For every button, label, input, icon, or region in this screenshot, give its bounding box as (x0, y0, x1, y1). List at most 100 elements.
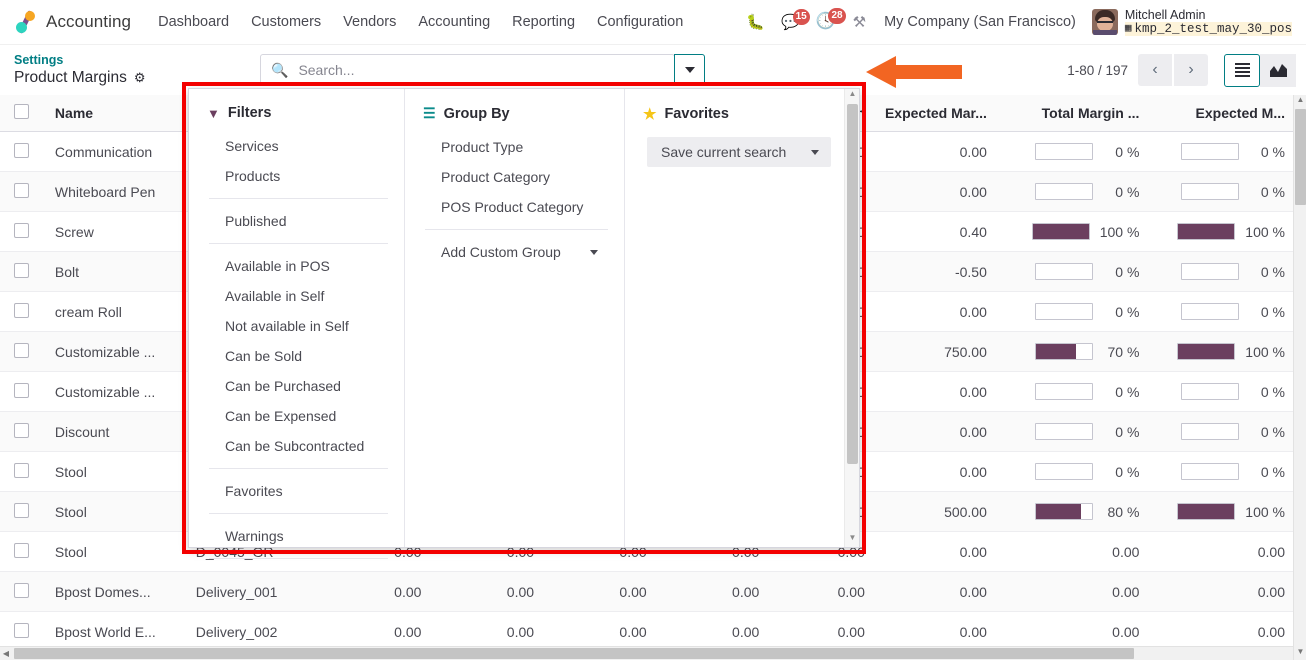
filter-available-in-pos[interactable]: Available in POS (189, 251, 404, 281)
filter-can-be-expensed[interactable]: Can be Expensed (189, 401, 404, 431)
horizontal-scrollbar[interactable]: ◀ (0, 646, 1293, 660)
pager-value[interactable]: 1-80 / 197 (1067, 63, 1128, 78)
filter-can-be-subcontracted[interactable]: Can be Subcontracted (189, 431, 404, 461)
search-input-wrapper[interactable]: 🔍 (260, 54, 675, 86)
cell-col-3: 0.00 (316, 571, 430, 612)
messages-count-badge: 15 (792, 8, 810, 25)
row-select-cell (0, 411, 47, 452)
filter-services[interactable]: Services (189, 131, 404, 161)
filters-column: ▼ Filters Services Products Published Av… (189, 89, 405, 559)
bug-icon[interactable]: 🐛 (739, 11, 772, 34)
row-checkbox[interactable] (14, 622, 29, 638)
add-custom-group[interactable]: Add Custom Group (405, 237, 624, 267)
cell-expected-margin-pct: 100 % (1147, 491, 1293, 532)
cell-expected-margin: 500.00 (872, 491, 995, 532)
row-checkbox[interactable] (14, 542, 29, 558)
favorites-title: Favorites (664, 106, 729, 122)
cell-total-margin-pct: 70 % (994, 331, 1148, 372)
row-checkbox[interactable] (14, 222, 29, 238)
header-name[interactable]: Name (46, 95, 188, 132)
menu-item-vendors[interactable]: Vendors (332, 8, 407, 36)
header-expected-margin-pct[interactable]: Expected M... (1147, 95, 1293, 132)
messages-icon[interactable]: 💬 15 (774, 8, 810, 34)
search-dropdown-toggle[interactable] (674, 54, 705, 86)
row-checkbox[interactable] (14, 502, 29, 518)
row-checkbox[interactable] (14, 342, 29, 358)
group-by-heading: ☰ Group By (405, 99, 624, 132)
dropdown-scroll-thumb[interactable] (847, 104, 858, 464)
menu-item-configuration[interactable]: Configuration (586, 8, 694, 36)
cell-total-margin-pct: 0 % (994, 451, 1148, 492)
group-by-pos-product-category[interactable]: POS Product Category (405, 192, 624, 222)
dropdown-scroll-down-icon[interactable]: ▼ (845, 533, 860, 547)
filter-can-be-sold[interactable]: Can be Sold (189, 341, 404, 371)
margin-progress-bar (1181, 183, 1239, 200)
filter-can-be-purchased[interactable]: Can be Purchased (189, 371, 404, 401)
filter-warnings[interactable]: Warnings (189, 521, 404, 551)
dropdown-scroll-up-icon[interactable]: ▲ (845, 89, 860, 103)
dropdown-scrollbar[interactable]: ▲ ▼ (844, 89, 859, 547)
cell-expected-margin-pct: 100 % (1147, 331, 1293, 372)
row-checkbox[interactable] (14, 182, 29, 198)
group-by-product-category[interactable]: Product Category (405, 162, 624, 192)
table-row[interactable]: Bpost Domes... Delivery_001 0.00 0.00 0.00 0.… (0, 571, 1293, 612)
cell-expected-margin: 0.00 (872, 571, 995, 612)
cell-expected-margin-pct: 0 % (1147, 251, 1293, 292)
divider (209, 198, 388, 199)
row-checkbox[interactable] (14, 142, 29, 158)
margin-progress-bar (1035, 503, 1094, 520)
select-all-checkbox[interactable] (14, 104, 29, 119)
cell-name: Bolt (46, 251, 188, 292)
row-checkbox[interactable] (14, 582, 29, 598)
row-checkbox[interactable] (14, 262, 29, 278)
pager-next-button[interactable]: › (1174, 54, 1208, 86)
filter-funnel-icon: ▼ (207, 105, 220, 121)
vertical-scrollbar[interactable]: ▲ ▼ (1293, 95, 1306, 660)
cell-expected-margin-pct: 0.00 (1147, 571, 1293, 612)
user-menu[interactable]: Mitchell Admin ▦ kmp_2_test_may_30_pos (1086, 8, 1296, 37)
menu-item-dashboard[interactable]: Dashboard (147, 8, 240, 36)
cell-name: Stool (46, 451, 188, 492)
filter-published[interactable]: Published (189, 206, 404, 236)
graph-view-button[interactable] (1260, 53, 1296, 87)
cell-name: Customizable ... (46, 331, 188, 372)
company-switcher[interactable]: My Company (San Francisco) (876, 10, 1084, 34)
activities-clock-icon[interactable]: 🕓 28 (809, 8, 846, 34)
header-expected-margin[interactable]: Expected Mar... (872, 95, 995, 132)
menu-item-customers[interactable]: Customers (240, 8, 332, 36)
row-checkbox[interactable] (14, 382, 29, 398)
pager-previous-button[interactable]: ‹ (1138, 54, 1172, 86)
menu-item-reporting[interactable]: Reporting (501, 8, 586, 36)
search-area: 🔍 (260, 54, 705, 86)
app-brand[interactable]: Accounting (12, 9, 131, 35)
row-checkbox[interactable] (14, 422, 29, 438)
search-input[interactable] (296, 55, 674, 85)
filter-favorites[interactable]: Favorites (189, 476, 404, 506)
control-panel-right: 1-80 / 197 ‹ › (1067, 53, 1296, 87)
filter-available-in-self[interactable]: Available in Self (189, 281, 404, 311)
scroll-left-icon[interactable]: ◀ (0, 649, 12, 658)
cell-name: Stool (46, 531, 188, 572)
margin-percent-label: 0 % (1115, 383, 1140, 400)
filter-products[interactable]: Products (189, 161, 404, 191)
filter-not-available-in-self[interactable]: Not available in Self (189, 311, 404, 341)
cell-expected-margin: 0.00 (872, 451, 995, 492)
menu-item-accounting[interactable]: Accounting (407, 8, 501, 36)
scroll-down-icon[interactable]: ▼ (1294, 647, 1306, 660)
cell-expected-margin: 0.00 (872, 131, 995, 172)
scroll-up-icon[interactable]: ▲ (1294, 95, 1306, 108)
wrench-icon[interactable]: ⚒ (845, 9, 874, 35)
row-checkbox[interactable] (14, 302, 29, 318)
cell-col-6: 0.00 (654, 571, 768, 612)
gear-icon[interactable]: ⚙ (134, 70, 146, 86)
cell-total-margin-pct: 0 % (994, 291, 1148, 332)
row-checkbox[interactable] (14, 462, 29, 478)
save-current-search-button[interactable]: Save current search (647, 137, 831, 167)
horizontal-scroll-thumb[interactable] (14, 648, 1134, 659)
vertical-scroll-thumb[interactable] (1295, 109, 1306, 205)
breadcrumb-parent[interactable]: Settings (14, 53, 214, 69)
group-by-product-type[interactable]: Product Type (405, 132, 624, 162)
header-total-margin-pct[interactable]: Total Margin ... (994, 95, 1148, 132)
list-view-button[interactable] (1224, 53, 1260, 87)
margin-progress-bar (1031, 223, 1090, 240)
